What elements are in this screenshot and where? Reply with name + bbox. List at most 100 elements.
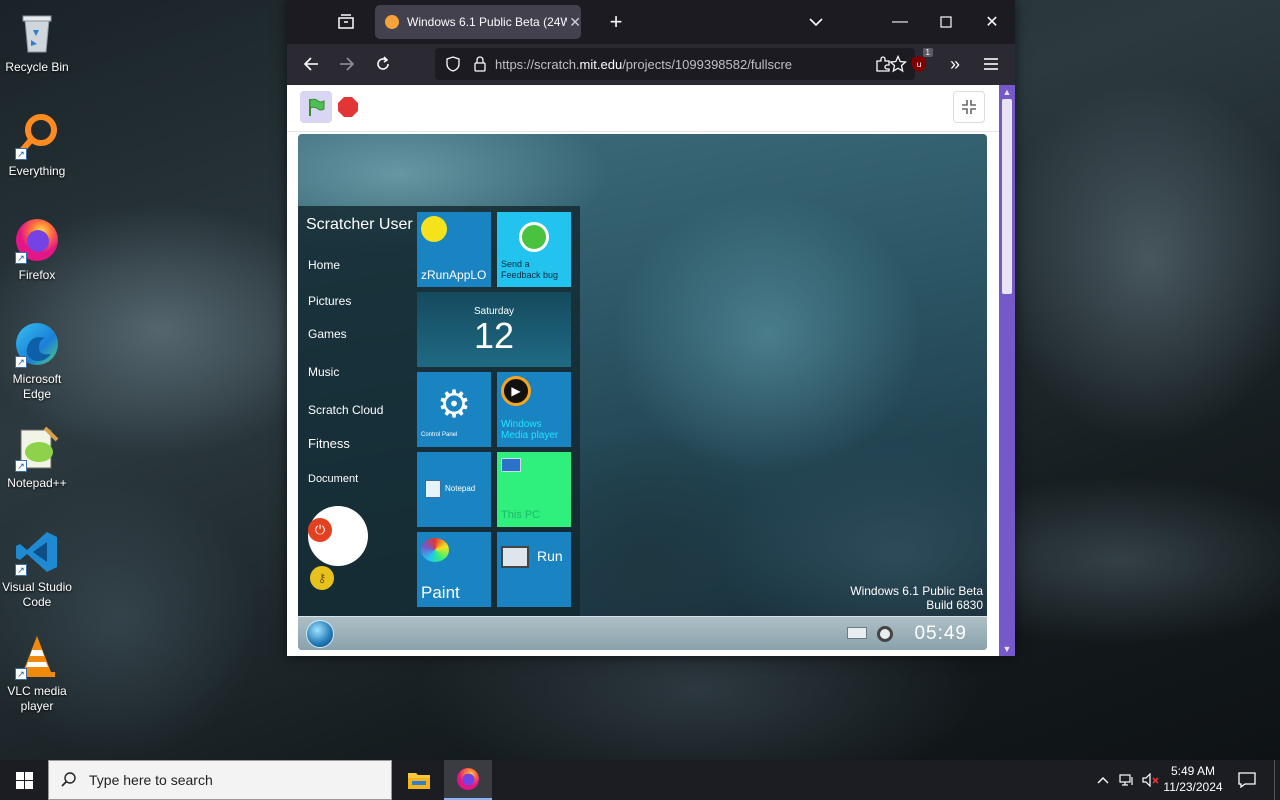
tile-this-pc[interactable]: This PC: [497, 452, 571, 527]
notifications-button[interactable]: [1232, 760, 1262, 800]
shortcut-arrow-icon: ↗: [15, 148, 27, 160]
back-button[interactable]: [295, 48, 327, 80]
firefox-icon: ↗: [13, 216, 61, 264]
start-menu: Scratcher User Home Pictures Games Music…: [298, 206, 580, 616]
windows-logo-icon: [15, 771, 33, 789]
desktop-icon-edge[interactable]: ↗ Microsoft Edge: [0, 320, 74, 402]
tile-control-panel[interactable]: ⚙ Control Panel: [417, 372, 491, 447]
scratch-stage[interactable]: Scratcher User Home Pictures Games Music…: [298, 134, 987, 650]
minimize-button[interactable]: —: [877, 0, 923, 44]
page-content: Scratcher User Home Pictures Games Music…: [287, 85, 999, 656]
back-arrow-icon: [303, 57, 318, 71]
tab-close-icon[interactable]: ✕: [569, 14, 581, 31]
key-icon[interactable]: ⚷: [310, 566, 334, 590]
tile-notepad[interactable]: Notepad: [417, 452, 491, 527]
desktop-icon-label: Visual Studio Code: [2, 580, 72, 609]
network-tray-button[interactable]: [1116, 760, 1138, 800]
folder-icon: [408, 773, 430, 789]
tile-zrunapplo[interactable]: zRunAppLO: [417, 212, 491, 287]
start-menu-item-games[interactable]: Games: [308, 327, 347, 341]
tile-label: This PC: [501, 509, 541, 521]
start-menu-item-scratch-cloud[interactable]: Scratch Cloud: [308, 403, 383, 417]
new-tab-button[interactable]: +: [593, 0, 639, 44]
sun-icon: [421, 216, 447, 242]
network-icon: [1119, 774, 1133, 786]
gear-icon: ⚙: [436, 384, 472, 426]
exit-fullscreen-button[interactable]: [953, 91, 985, 123]
app-menu-button[interactable]: [975, 48, 1007, 80]
start-menu-item-pictures[interactable]: Pictures: [308, 294, 351, 308]
stage-clock: 05:49: [914, 623, 967, 644]
desktop-icon-label: VLC media player: [7, 684, 67, 713]
close-window-button[interactable]: ✕: [969, 0, 1015, 44]
shield-icon[interactable]: [445, 56, 461, 72]
more-tools-button[interactable]: »: [939, 48, 971, 80]
volume-icon[interactable]: [877, 626, 893, 642]
stop-button[interactable]: [338, 97, 358, 117]
desktop-icon-recycle-bin[interactable]: Recycle Bin: [0, 8, 74, 75]
paint-palette-icon: [421, 538, 449, 562]
tab-scratch-project[interactable]: Windows 6.1 Public Beta (24Wi ✕: [375, 5, 581, 39]
tile-label: Windows Media player: [501, 419, 559, 441]
url-bar[interactable]: https://scratch.mit.edu/projects/1099398…: [435, 48, 915, 80]
tile-label: Send a Feedback bug: [501, 259, 559, 280]
search-icon: [61, 772, 76, 787]
extensions-button[interactable]: [867, 48, 899, 80]
scroll-thumb[interactable]: [1002, 99, 1012, 294]
desktop-icon-label: Firefox: [18, 268, 56, 282]
tile-send-feedback-bug[interactable]: Send a Feedback bug: [497, 212, 571, 287]
desktop-icon-label: Everything: [8, 164, 66, 178]
firefox-taskbar-icon: [457, 768, 479, 790]
scroll-up-icon[interactable]: ▲: [999, 85, 1015, 99]
everything-search-icon: ↗: [13, 112, 61, 160]
shortcut-arrow-icon: ↗: [15, 252, 27, 264]
show-desktop-button[interactable]: [1274, 760, 1280, 800]
show-hidden-icons-button[interactable]: [1092, 760, 1114, 800]
taskbar-clock[interactable]: 5:49 AM 11/23/2024: [1158, 763, 1228, 795]
taskbar-firefox[interactable]: [444, 760, 492, 800]
taskbar-search-box[interactable]: Type here to search: [48, 760, 392, 800]
start-orb-icon[interactable]: [306, 620, 334, 648]
tile-paint[interactable]: Paint: [417, 532, 491, 607]
shortcut-arrow-icon: ↗: [15, 564, 27, 576]
power-icon[interactable]: ⏻: [308, 518, 332, 542]
scratch-controls: [287, 85, 999, 132]
tab-overview-button[interactable]: [323, 0, 369, 44]
desktop-icon-vlc[interactable]: ↗ VLC media player: [0, 632, 74, 714]
reload-button[interactable]: [367, 48, 399, 80]
tile-calendar[interactable]: Saturday 12: [417, 292, 571, 367]
tile-run[interactable]: Run: [497, 532, 571, 607]
maximize-button[interactable]: [923, 0, 969, 44]
title-bar: Windows 6.1 Public Beta (24Wi ✕ + — ✕: [287, 0, 1015, 44]
forward-button[interactable]: [331, 48, 363, 80]
start-button[interactable]: [0, 760, 48, 800]
ublock-origin-button[interactable]: u 1: [903, 48, 935, 80]
feedback-hub-icon: [519, 222, 549, 252]
start-menu-user-name[interactable]: Scratcher User: [306, 216, 413, 234]
scratch-favicon-icon: [385, 15, 399, 29]
lock-icon[interactable]: [473, 56, 487, 72]
start-menu-item-document[interactable]: Document: [308, 473, 358, 485]
taskbar-file-explorer[interactable]: [395, 760, 443, 800]
network-icon[interactable]: [847, 627, 867, 639]
desktop-icon-firefox[interactable]: ↗ Firefox: [0, 216, 74, 283]
url-suffix: /projects/1099398582/fullscre: [622, 56, 793, 72]
notepad-icon: [425, 480, 441, 498]
reload-icon: [377, 56, 389, 70]
vertical-scrollbar[interactable]: ▲ ▼: [999, 85, 1015, 656]
clock-time: 5:49 AM: [1170, 764, 1216, 778]
desktop-icon-vscode[interactable]: ↗ Visual Studio Code: [0, 528, 74, 610]
green-flag-icon: [309, 98, 325, 116]
tile-windows-media-player[interactable]: ▶ Windows Media player: [497, 372, 571, 447]
windows-taskbar: Type here to search 5:49 AM 11/23/2024: [0, 760, 1280, 800]
list-all-tabs-button[interactable]: [793, 0, 839, 44]
desktop-icon-notepadpp[interactable]: ↗ Notepad++: [0, 424, 74, 491]
url-text[interactable]: https://scratch.mit.edu/projects/1099398…: [495, 57, 823, 72]
green-flag-button[interactable]: [300, 91, 332, 123]
desktop-icon-everything[interactable]: ↗ Everything: [0, 112, 74, 179]
start-menu-item-music[interactable]: Music: [308, 365, 339, 379]
maximize-icon: [940, 16, 952, 28]
start-menu-item-home[interactable]: Home: [308, 258, 340, 272]
start-menu-item-fitness[interactable]: Fitness: [308, 436, 350, 451]
scroll-down-icon[interactable]: ▼: [999, 642, 1015, 656]
